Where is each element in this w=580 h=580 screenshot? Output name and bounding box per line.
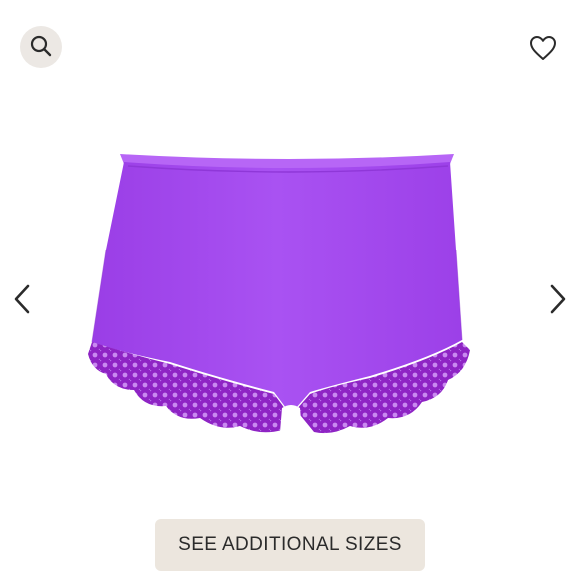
search-icon [29,34,53,61]
chevron-right-icon [548,283,568,318]
previous-image-button[interactable] [4,280,40,320]
next-image-button[interactable] [540,280,576,320]
favorite-button[interactable] [524,30,562,68]
product-image-gallery [0,0,580,580]
product-image [88,154,470,434]
see-additional-sizes-button[interactable]: SEE ADDITIONAL SIZES [155,519,425,571]
chevron-left-icon [12,283,32,318]
heart-icon [529,35,557,64]
zoom-button[interactable] [20,26,62,68]
